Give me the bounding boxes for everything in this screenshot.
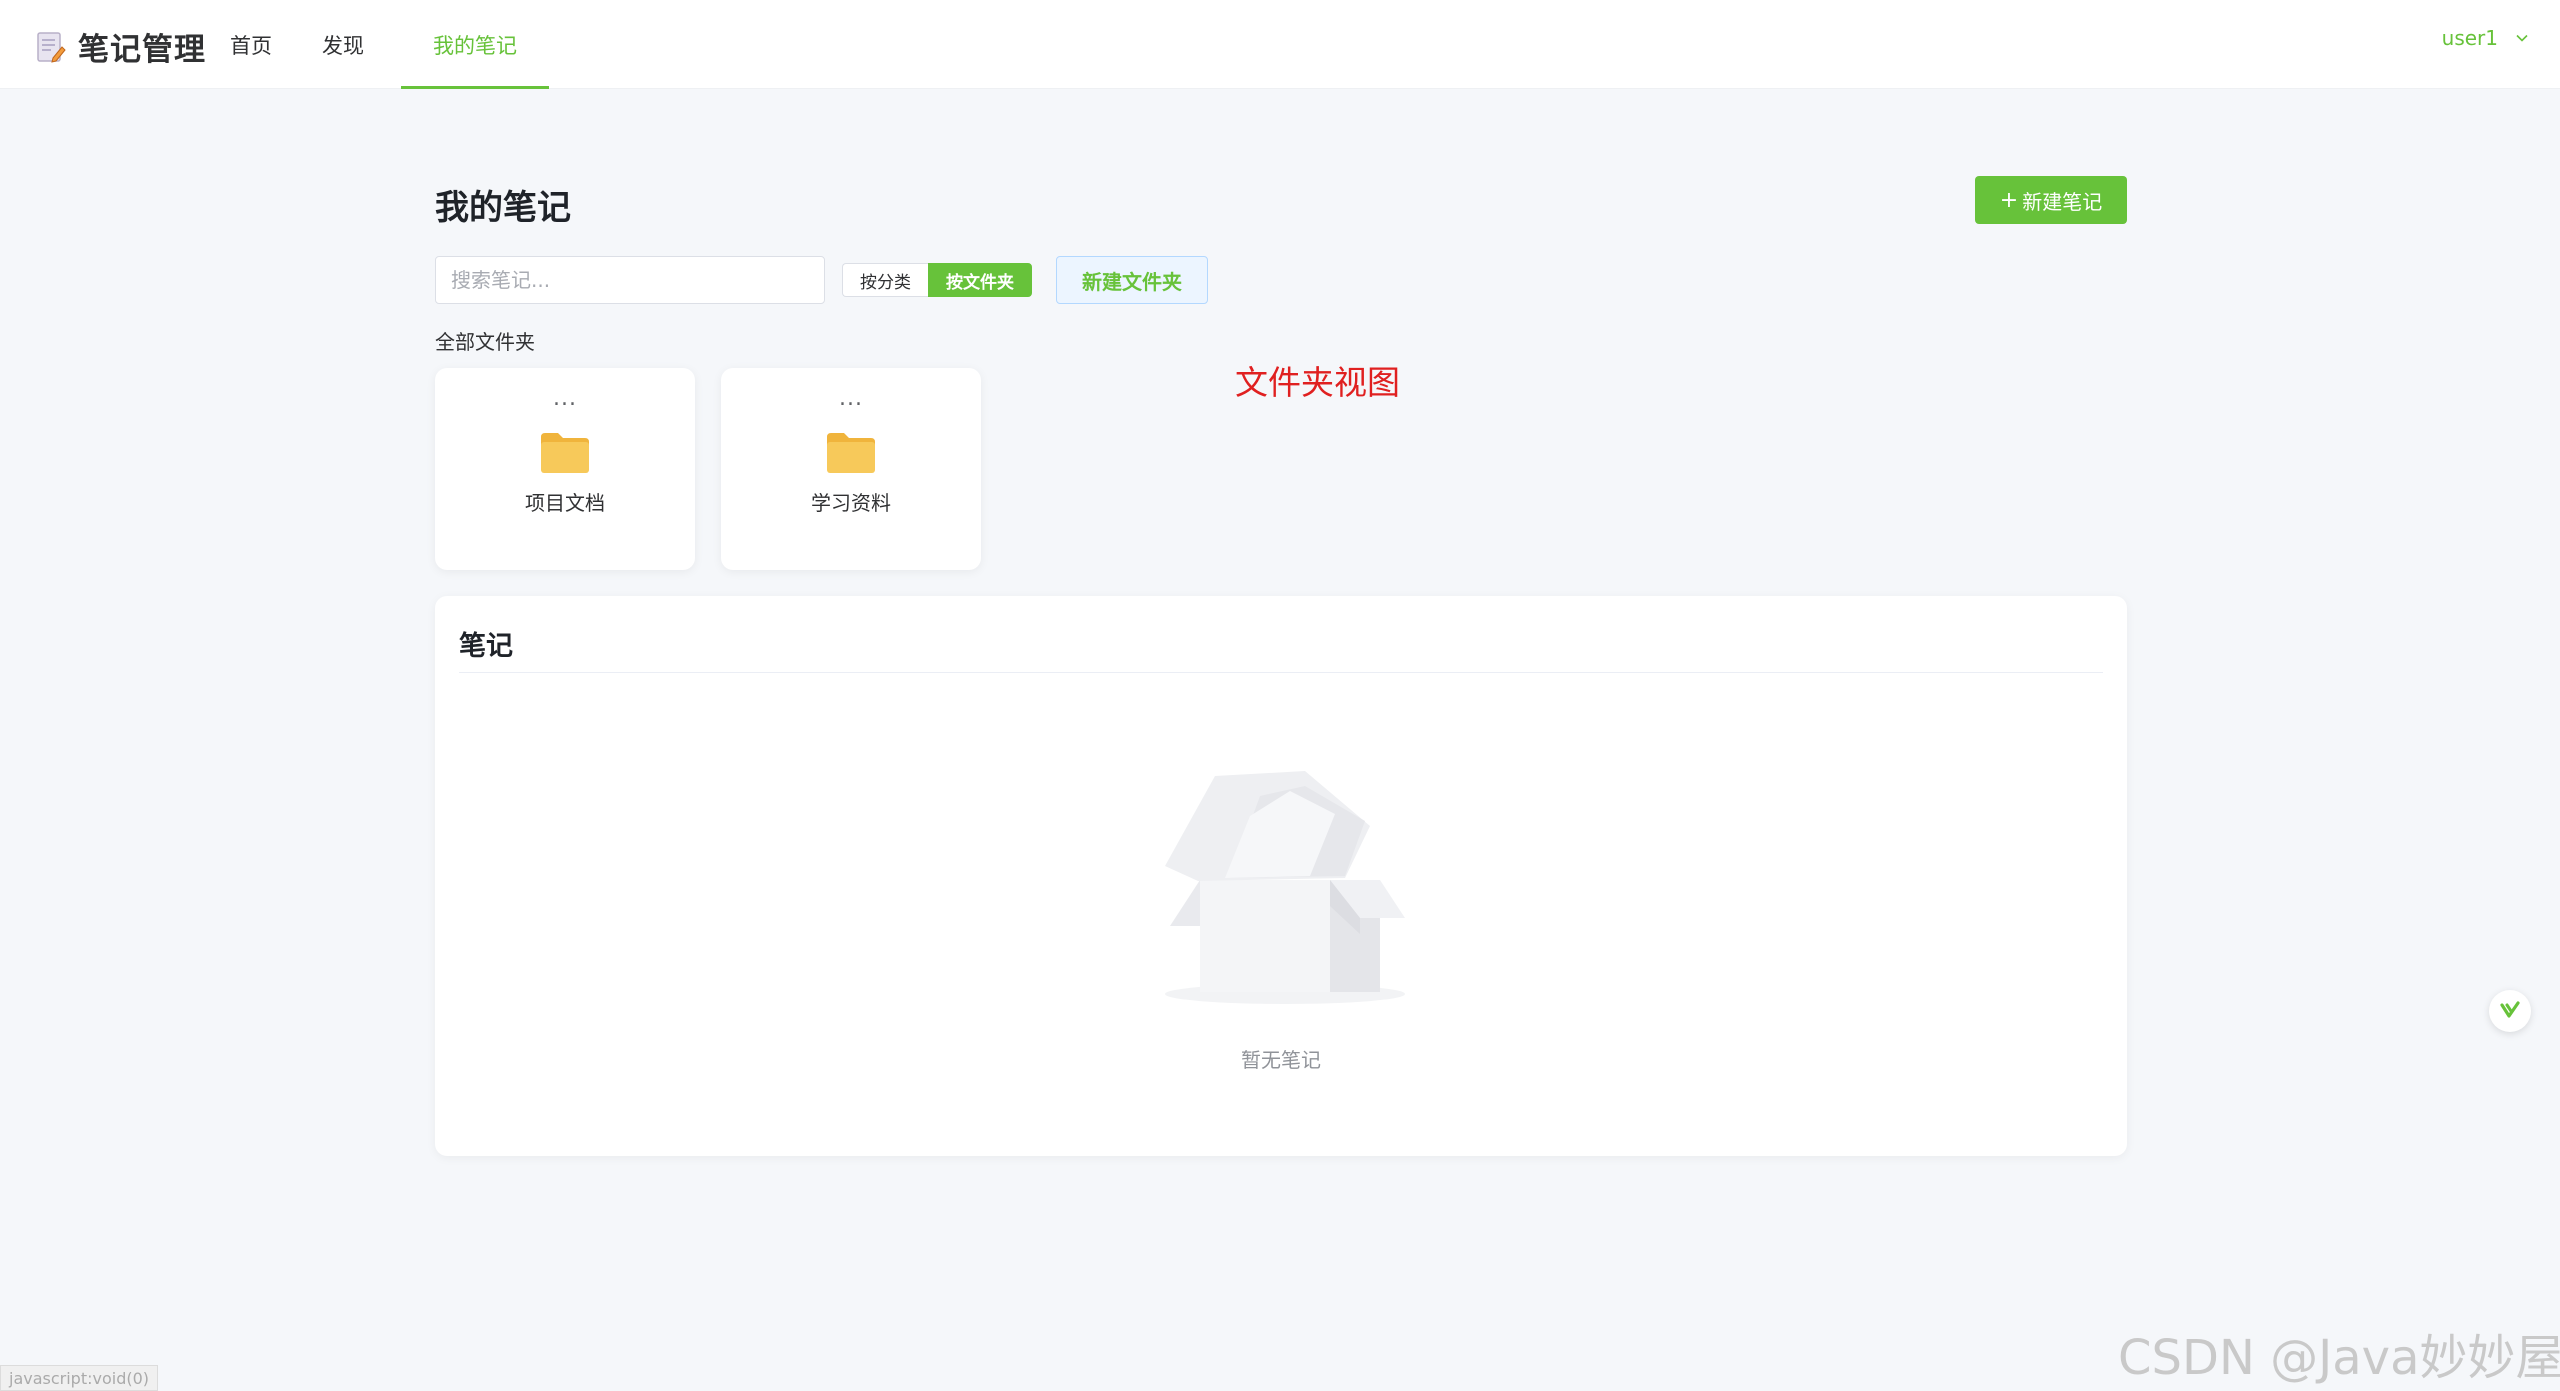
user-name: user1 <box>2441 26 2498 50</box>
plus-icon: + <box>1999 187 2019 213</box>
search-input[interactable] <box>435 256 825 304</box>
nav-my-notes[interactable]: 我的笔记 <box>401 0 549 89</box>
annotation-text: 文件夹视图 <box>1235 363 1400 402</box>
empty-box-icon <box>1165 771 1405 1004</box>
folder-icon <box>827 433 875 473</box>
page: 笔记管理 首页 发现 我的笔记 user1 我的笔记 + 新建笔记 按分类 按文… <box>0 0 2560 1391</box>
main-nav: 首页 发现 我的笔记 <box>205 0 549 89</box>
folder-card[interactable]: ... 学习资料 <box>721 368 981 570</box>
folder-card[interactable]: ... 项目文档 <box>435 368 695 570</box>
watermark: CSDN @Java妙妙屋 <box>2118 1330 2560 1386</box>
view-by-category-button[interactable]: 按分类 <box>842 263 928 297</box>
notepad-pencil-icon <box>37 32 66 63</box>
brand[interactable]: 笔记管理 <box>36 26 206 68</box>
view-by-folder-button[interactable]: 按文件夹 <box>928 263 1032 297</box>
new-note-button[interactable]: + 新建笔记 <box>1975 176 2127 224</box>
new-folder-button[interactable]: 新建文件夹 <box>1056 256 1208 304</box>
divider <box>459 672 2103 673</box>
view-toggle: 按分类 按文件夹 <box>842 263 1032 297</box>
top-header: 笔记管理 首页 发现 我的笔记 user1 <box>0 0 2560 89</box>
notes-panel: 笔记 暂无笔记 <box>435 596 2127 1156</box>
toolbar: 按分类 按文件夹 新建文件夹 <box>435 256 1635 304</box>
folder-name: 项目文档 <box>525 491 605 515</box>
user-menu[interactable]: user1 <box>2442 26 2530 50</box>
notes-title: 笔记 <box>459 631 513 662</box>
new-note-label: 新建笔记 <box>2022 189 2103 214</box>
folders-section-label: 全部文件夹 <box>435 330 535 354</box>
chevron-logo-icon <box>2500 1001 2520 1018</box>
chevron-down-icon <box>2516 34 2528 42</box>
nav-home[interactable]: 首页 <box>205 0 297 89</box>
status-bar-url: javascript:void(0) <box>0 1365 159 1391</box>
more-icon[interactable]: ... <box>839 386 863 411</box>
folder-name: 学习资料 <box>811 491 891 515</box>
nav-discover[interactable]: 发现 <box>297 0 389 89</box>
folder-icon <box>541 433 589 473</box>
empty-state-text: 暂无笔记 <box>1241 1048 1321 1072</box>
brand-title: 笔记管理 <box>78 31 206 68</box>
page-title: 我的笔记 <box>435 188 571 228</box>
floating-assistant-button[interactable] <box>2489 990 2531 1032</box>
more-icon[interactable]: ... <box>553 386 577 411</box>
